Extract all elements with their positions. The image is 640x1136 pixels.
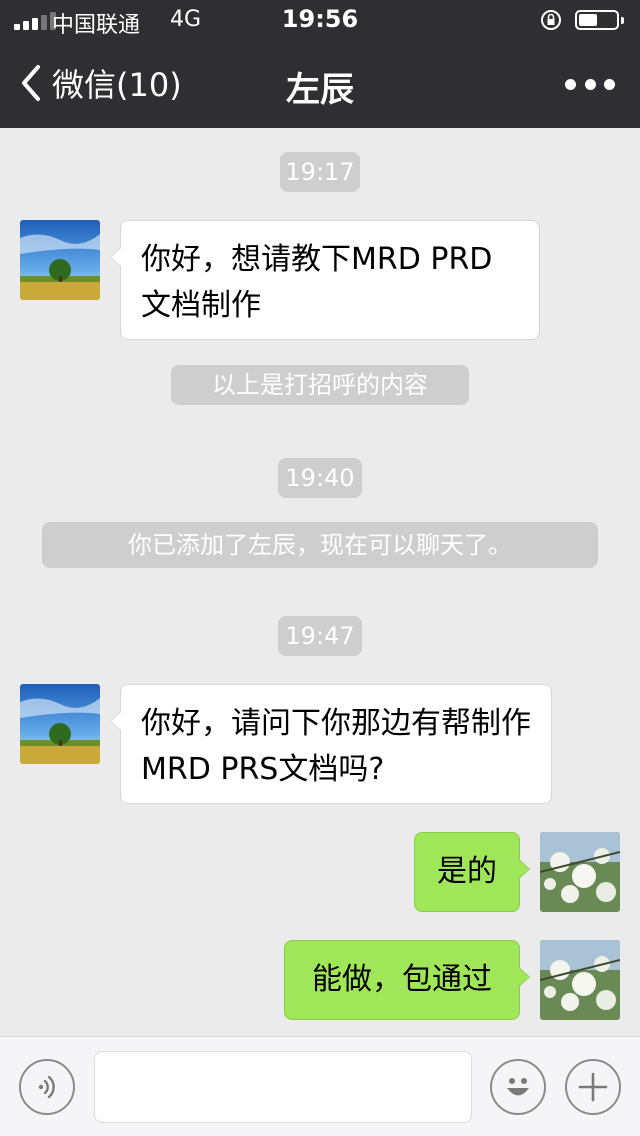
incoming-message[interactable]: 你好，请问下你那边有帮制作MRD PRS文档吗? — [110, 684, 552, 804]
timestamp: 19:40 — [278, 458, 362, 498]
message-text: 你好，请问下你那边有帮制作MRD PRS文档吗? — [141, 706, 531, 787]
more-functions-button[interactable] — [565, 1059, 621, 1115]
input-bar — [0, 1036, 640, 1136]
chat-area[interactable]: 19:17 你好，想请教下MRD PRD文档制作 以上是打招呼的内容 19:40… — [0, 128, 640, 1036]
status-bar: 中国联通 4G 19:56 — [0, 0, 640, 40]
contact-avatar[interactable] — [20, 220, 100, 300]
chat-title: 左辰 — [286, 70, 354, 110]
outgoing-message[interactable]: 是的 — [414, 832, 530, 912]
white-flowers-avatar-icon — [540, 940, 620, 1020]
voice-button[interactable] — [19, 1059, 75, 1115]
more-button[interactable] — [565, 70, 615, 98]
contact-avatar[interactable] — [20, 684, 100, 764]
navigation-bar: 中国联通 4G 19:56 微信(10) 左辰 — [0, 0, 640, 128]
landscape-tree-avatar-icon — [20, 684, 100, 764]
message-input[interactable] — [94, 1051, 472, 1123]
battery-icon — [575, 10, 624, 30]
message-text: 你好，想请教下MRD PRD文档制作 — [141, 242, 493, 323]
message-text: 是的 — [437, 854, 497, 889]
my-avatar[interactable] — [540, 940, 620, 1020]
message-text: 能做，包通过 — [312, 962, 492, 997]
plus-icon — [578, 1072, 608, 1102]
incoming-message[interactable]: 你好，想请教下MRD PRD文档制作 — [110, 220, 540, 340]
white-flowers-avatar-icon — [540, 832, 620, 912]
emoji-icon — [507, 1078, 529, 1096]
outgoing-message[interactable]: 能做，包通过 — [284, 940, 530, 1020]
timestamp: 19:17 — [280, 152, 360, 192]
timestamp: 19:47 — [278, 616, 362, 656]
my-avatar[interactable] — [540, 832, 620, 912]
landscape-tree-avatar-icon — [20, 220, 100, 300]
system-notice: 你已添加了左辰，现在可以聊天了。 — [42, 522, 598, 568]
more-dots-icon — [565, 78, 576, 90]
voice-icon — [38, 1075, 55, 1099]
system-notice: 以上是打招呼的内容 — [171, 365, 469, 405]
emoji-button[interactable] — [490, 1059, 546, 1115]
rotation-lock-icon — [541, 10, 561, 30]
